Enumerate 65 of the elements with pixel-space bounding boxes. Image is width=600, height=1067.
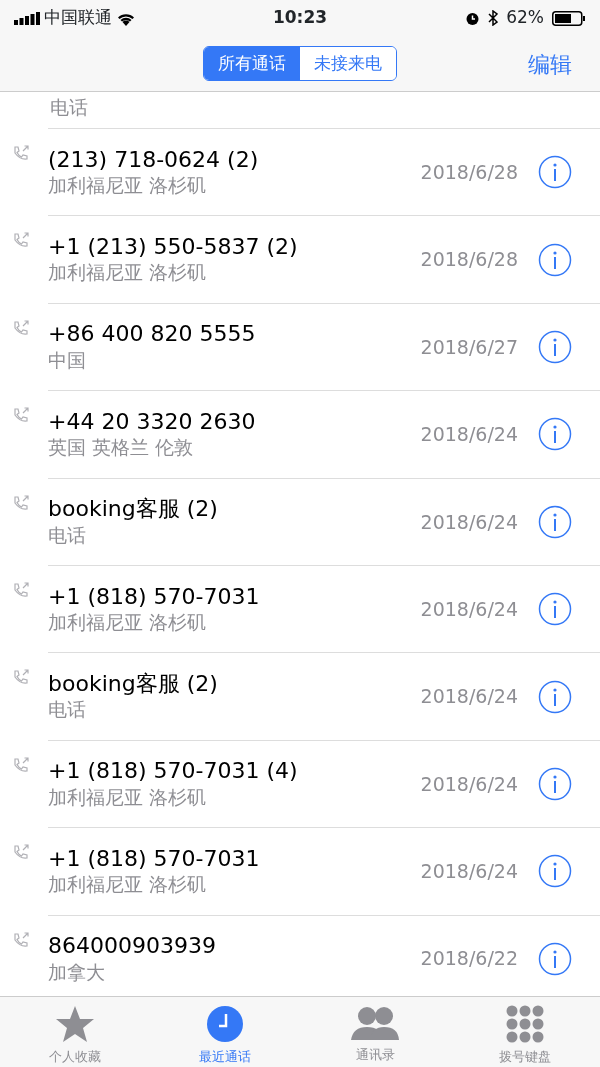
info-button[interactable]: [538, 329, 572, 364]
info-button[interactable]: [538, 679, 572, 714]
call-title: +1 (818) 570-7031 (4): [48, 758, 298, 785]
call-title: +86 400 820 5555: [48, 321, 256, 348]
call-subtitle: 加利福尼亚 洛杉矶: [48, 784, 208, 810]
call-date: 2018/6/28: [420, 159, 518, 185]
contacts-icon: [350, 1005, 400, 1041]
call-date: 2018/6/24: [420, 859, 518, 885]
call-title: +1 (213) 550-5837 (2): [48, 234, 298, 261]
call-date: 2018/6/24: [420, 422, 518, 448]
info-button[interactable]: [538, 592, 572, 627]
clock-icon: [206, 1005, 244, 1043]
carrier-name: 中国联通: [44, 6, 112, 30]
tab-bar-item[interactable]: 通讯录: [300, 997, 450, 1067]
edit-button[interactable]: 编辑: [528, 48, 572, 81]
outgoing-call-icon: [12, 494, 30, 513]
call-subtitle: 加拿大: [48, 959, 106, 985]
info-button[interactable]: [538, 504, 572, 539]
bluetooth-icon: [488, 10, 499, 26]
keypad-icon: [506, 1005, 544, 1043]
call-date: 2018/6/27: [420, 334, 518, 360]
call-date: 2018/6/24: [420, 771, 518, 797]
segment-tab[interactable]: 未接来电: [300, 46, 396, 81]
call-title: booking客服 (2): [48, 496, 218, 523]
info-button[interactable]: [538, 854, 572, 889]
call-title: (213) 718-0624 (2): [48, 146, 259, 174]
star-icon: [55, 1005, 95, 1043]
call-title: +44 20 3320 2630: [48, 408, 256, 436]
tab-bar-item[interactable]: 拨号键盘: [450, 997, 600, 1067]
call-subtitle: 加利福尼亚 洛杉矶: [48, 872, 208, 897]
signal-icon: [14, 11, 40, 25]
call-subtitle: 加利福尼亚 洛杉矶: [48, 610, 208, 635]
outgoing-call-icon: [12, 145, 30, 163]
outgoing-call-icon: [12, 931, 30, 950]
outgoing-call-icon: [12, 581, 30, 600]
outgoing-call-icon: [12, 756, 30, 775]
call-subtitle: 电话: [48, 697, 87, 723]
alarm-icon: [465, 10, 481, 26]
info-button[interactable]: [538, 766, 572, 801]
call-title: 864000903939: [48, 933, 216, 960]
call-title: booking客服 (2): [48, 671, 218, 698]
call-title: +1 (818) 570-7031: [48, 583, 260, 610]
clock-time: 10:23: [272, 7, 328, 28]
tab-bar-item[interactable]: 最近通话: [150, 997, 300, 1067]
call-date: 2018/6/22: [420, 946, 518, 972]
call-date: 2018/6/28: [420, 247, 518, 273]
call-title: +1 (818) 570-7031: [48, 845, 260, 873]
info-button[interactable]: [538, 242, 572, 277]
call-date: 2018/6/24: [420, 684, 518, 710]
info-button[interactable]: [538, 941, 572, 976]
call-subtitle: 中国: [48, 347, 87, 373]
call-subtitle: 加利福尼亚 洛杉矶: [48, 260, 208, 286]
battery-percent: 62%: [506, 6, 544, 30]
call-subtitle: 加利福尼亚 洛杉矶: [48, 173, 208, 198]
battery-icon: [552, 10, 586, 26]
segment-tab[interactable]: 所有通话: [204, 46, 300, 81]
info-button[interactable]: [538, 417, 572, 452]
call-subtitle: 电话: [50, 95, 88, 120]
tab-bar-item[interactable]: 个人收藏: [0, 997, 150, 1067]
info-button[interactable]: [538, 155, 572, 190]
call-subtitle: 英国 英格兰 伦敦: [48, 435, 195, 460]
call-date: 2018/6/24: [420, 509, 518, 535]
call-subtitle: 电话: [48, 522, 87, 548]
call-date: 2018/6/24: [420, 596, 518, 622]
outgoing-call-icon: [12, 319, 30, 338]
